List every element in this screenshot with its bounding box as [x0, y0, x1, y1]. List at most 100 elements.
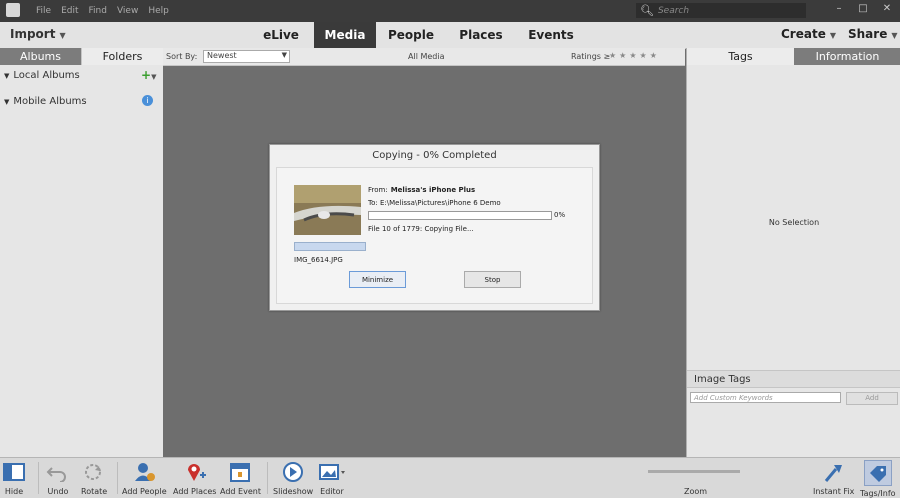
- search-input[interactable]: Search: [658, 6, 689, 16]
- search-box[interactable]: 🔍︎ Search: [636, 3, 806, 18]
- instant-fix-button[interactable]: Instant Fix: [813, 460, 854, 496]
- search-icon: 🔍︎: [640, 4, 654, 17]
- play-icon: [281, 460, 305, 484]
- menu-bar: File Edit Find View Help: [36, 6, 169, 16]
- expand-triangle-icon[interactable]: ▼: [4, 98, 9, 106]
- add-album-icon[interactable]: +▼: [141, 68, 156, 82]
- menu-edit[interactable]: Edit: [61, 6, 78, 16]
- editor-button[interactable]: Editor: [318, 460, 346, 496]
- tab-media[interactable]: Media: [314, 22, 376, 48]
- file-name: IMG_6614.JPG: [294, 256, 343, 264]
- tab-people[interactable]: People: [376, 22, 446, 48]
- share-label: Share: [848, 27, 888, 41]
- local-albums-label: Local Albums: [13, 70, 80, 81]
- photo-thumbnail: [294, 185, 361, 235]
- star-icon[interactable]: ★: [640, 51, 650, 60]
- from-label: From:: [368, 186, 388, 194]
- create-label: Create: [781, 27, 826, 41]
- close-window-icon[interactable]: ✕: [878, 1, 896, 15]
- create-menu[interactable]: Create ▼: [781, 27, 836, 41]
- tab-events[interactable]: Events: [516, 22, 586, 48]
- tab-tags[interactable]: Tags: [687, 48, 794, 65]
- chevron-down-icon: ▼: [891, 31, 898, 40]
- minimize-button[interactable]: Minimize: [349, 271, 406, 288]
- undo-button[interactable]: Undo: [46, 460, 70, 496]
- stop-button[interactable]: Stop: [464, 271, 521, 288]
- mobile-albums-row[interactable]: ▼ Mobile Albums: [4, 96, 87, 107]
- slideshow-button[interactable]: Slideshow: [273, 460, 313, 496]
- left-panel-tabs: Albums Folders: [0, 48, 163, 65]
- tab-information[interactable]: Information: [794, 48, 900, 65]
- copy-status: File 10 of 1779: Copying File...: [368, 225, 474, 233]
- star-icon[interactable]: ★: [629, 51, 639, 60]
- minimize-window-icon[interactable]: –: [830, 1, 848, 15]
- menu-file[interactable]: File: [36, 6, 51, 16]
- tags-info-button[interactable]: Tags/Info: [860, 460, 896, 498]
- add-places-button[interactable]: Add Places: [173, 460, 216, 496]
- expand-triangle-icon[interactable]: ▼: [4, 72, 9, 80]
- hide-button[interactable]: Hide: [3, 460, 25, 496]
- toolbar-divider: [267, 462, 268, 494]
- tab-places[interactable]: Places: [446, 22, 516, 48]
- add-event-button[interactable]: Add Event: [220, 460, 261, 496]
- share-menu[interactable]: Share ▼: [848, 27, 898, 41]
- sort-by-select[interactable]: Newest ▼: [203, 50, 290, 63]
- tab-elive[interactable]: eLive: [248, 22, 314, 48]
- star-icon[interactable]: ★: [619, 51, 629, 60]
- chevron-down-icon: ▼: [59, 31, 66, 40]
- zoom-label: Zoom: [684, 487, 708, 496]
- hide-panel-icon: [3, 460, 25, 484]
- local-albums-row[interactable]: ▼ Local Albums: [4, 70, 80, 81]
- image-tags-header: Image Tags: [687, 370, 900, 388]
- star-icon[interactable]: ★: [650, 51, 660, 60]
- tab-albums[interactable]: Albums: [0, 48, 81, 65]
- editor-label: Editor: [320, 487, 344, 496]
- add-event-label: Add Event: [220, 487, 261, 496]
- rotate-icon: [82, 460, 106, 484]
- bottom-toolbar: Hide Undo Rotate Add People Add Places A…: [0, 457, 900, 498]
- tag-icon: [863, 460, 892, 486]
- add-people-button[interactable]: Add People: [122, 460, 167, 496]
- zoom-slider[interactable]: [648, 470, 740, 473]
- toolbar-divider: [117, 462, 118, 494]
- import-menu[interactable]: Import ▼: [10, 27, 66, 41]
- undo-icon: [46, 460, 70, 484]
- to-line: To: E:\Melissa\Pictures\iPhone 6 Demo: [368, 199, 501, 207]
- no-selection-text: No Selection: [768, 218, 820, 227]
- rating-stars[interactable]: ★★★★★: [609, 51, 660, 60]
- custom-keywords-input[interactable]: Add Custom Keywords: [690, 392, 841, 403]
- mobile-albums-label: Mobile Albums: [13, 96, 87, 107]
- ratings-text: Ratings: [571, 52, 601, 61]
- info-icon[interactable]: i: [142, 95, 153, 106]
- progress-percent: 0%: [554, 211, 566, 219]
- maximize-window-icon[interactable]: □: [854, 1, 872, 15]
- left-panel: Albums Folders ▼ Local Albums +▼ ▼ Mobil…: [0, 48, 164, 457]
- sort-by-label: Sort By:: [166, 52, 198, 61]
- add-people-label: Add People: [122, 487, 167, 496]
- chevron-down-icon: ▼: [829, 31, 836, 40]
- dialog-title: Copying - 0% Completed: [372, 150, 497, 161]
- menu-help[interactable]: Help: [148, 6, 169, 16]
- tab-folders[interactable]: Folders: [81, 48, 163, 65]
- thumbnail-progress: [294, 242, 366, 251]
- all-media-label: All Media: [408, 52, 445, 61]
- copy-progress-dialog: Copying - 0% Completed IMG_6614.JPG From…: [269, 144, 600, 311]
- from-line: From: Melissa's iPhone Plus: [368, 186, 475, 194]
- map-pin-icon: [183, 460, 207, 484]
- star-icon[interactable]: ★: [609, 51, 619, 60]
- rotate-button[interactable]: Rotate: [81, 460, 107, 496]
- add-people-icon: [132, 460, 156, 484]
- wrench-icon: [822, 460, 846, 484]
- ratings-label: Ratings ≥: [571, 52, 610, 61]
- add-keyword-button[interactable]: Add: [846, 392, 898, 405]
- from-value: Melissa's iPhone Plus: [390, 186, 476, 194]
- copy-progress-bar: [368, 211, 552, 220]
- title-bar: File Edit Find View Help 🔍︎ Search – □ ✕: [0, 0, 900, 22]
- chevron-down-icon: ▼: [281, 51, 287, 59]
- slideshow-label: Slideshow: [273, 487, 314, 496]
- menu-find[interactable]: Find: [89, 6, 107, 16]
- hide-label: Hide: [4, 487, 24, 496]
- menu-view[interactable]: View: [117, 6, 138, 16]
- mode-tabs: eLive Media People Places Events: [248, 22, 586, 48]
- toolbar-divider: [38, 462, 39, 494]
